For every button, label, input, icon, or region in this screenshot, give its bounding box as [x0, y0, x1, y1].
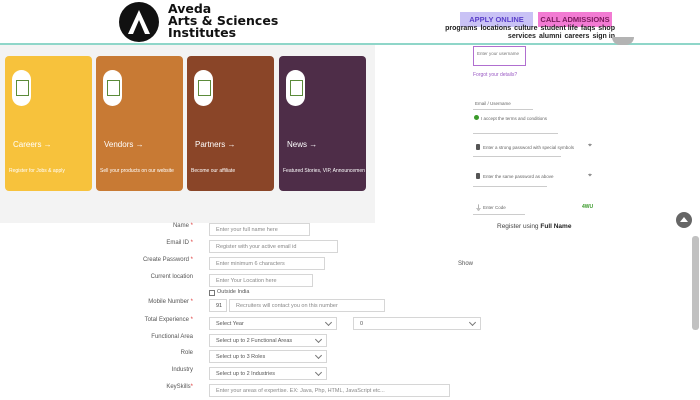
card-vendors[interactable]: Vendors → Sell your products on our webs… — [96, 56, 183, 191]
keyskills-input[interactable]: Enter your areas of expertise. EX: Java,… — [209, 384, 450, 397]
role-label: Role — [180, 350, 193, 356]
password-label: Enter a strong password with special sym… — [483, 145, 575, 150]
outside-india-label: Outside India — [217, 289, 250, 295]
eye-icon[interactable]: ⌖ — [588, 142, 593, 149]
register-prefix: Register using — [497, 223, 539, 230]
terms-note: I accept the terms and conditions — [481, 116, 548, 121]
card-title: News → — [287, 140, 318, 149]
nav-careers[interactable]: careers — [565, 33, 590, 40]
news-icon — [286, 70, 305, 106]
scroll-to-top-icon[interactable] — [676, 212, 692, 228]
divider — [473, 186, 547, 187]
name-input[interactable]: Enter your full name here — [209, 223, 310, 236]
divider — [473, 156, 561, 157]
lock-icon — [476, 144, 480, 150]
functional-area-label: Functional Area — [151, 334, 193, 340]
mobile-label: Mobile Number * — [148, 299, 193, 305]
email-label: Email ID * — [166, 240, 193, 246]
functional-area-select[interactable]: Select up to 2 Functional Areas — [209, 334, 327, 347]
name-label: Name * — [172, 223, 193, 229]
nav-student-life[interactable]: student life — [541, 25, 578, 32]
vendors-icon — [103, 70, 122, 106]
nav-locations[interactable]: locations — [480, 25, 511, 32]
password-input[interactable]: Enter minimum 6 characters — [209, 257, 325, 270]
chevron-down-icon — [314, 368, 323, 377]
nav-alumni[interactable]: alumni — [539, 33, 562, 40]
password-field-label: Create Password * — [142, 257, 193, 263]
chevron-down-icon — [468, 318, 477, 327]
brand-line-3: Institutes — [168, 25, 237, 40]
card-title: Careers → — [13, 140, 52, 149]
register-using: Register using Full Name — [497, 223, 571, 230]
email-username-label: Email / Username — [475, 101, 511, 106]
captcha-code: 4WU — [582, 204, 594, 210]
cards-panel: Careers → Register for Jobs & apply Vend… — [0, 45, 375, 223]
industry-select[interactable]: Select up to 2 Industries — [209, 367, 327, 380]
experience-month-select[interactable]: 0 — [353, 317, 481, 330]
card-subtitle: Sell your products on our website — [100, 168, 174, 174]
brand-name[interactable]: Aveda Arts & Sciences Institutes — [168, 2, 278, 40]
code-icon: ⏚ — [475, 205, 482, 212]
nav-culture[interactable]: culture — [514, 25, 537, 32]
nav-shop[interactable]: shop — [598, 25, 615, 32]
username-input[interactable]: Enter your username — [473, 46, 526, 66]
experience-year-select[interactable]: Select Year — [209, 317, 337, 330]
keyskills-label: KeySkills* — [166, 384, 193, 390]
eye-icon[interactable]: ⌖ — [588, 172, 593, 179]
card-careers[interactable]: Careers → Register for Jobs & apply — [5, 56, 92, 191]
confirm-password-label: Enter the same password as above — [483, 174, 554, 179]
card-subtitle: Become our affiliate — [191, 168, 236, 174]
experience-label: Total Experience * — [144, 317, 193, 323]
email-input[interactable]: Register with your active email id — [209, 240, 338, 253]
industry-label: Industry — [171, 367, 193, 373]
forgot-details-link[interactable]: Forgot your details? — [473, 72, 517, 78]
code-label: Enter Code — [483, 205, 506, 210]
chevron-down-icon — [324, 318, 333, 327]
partners-icon — [194, 70, 213, 106]
divider — [473, 109, 533, 110]
register-full-name-link[interactable]: Full Name — [540, 223, 571, 230]
nav-services[interactable]: services — [508, 33, 536, 40]
page-scrollbar[interactable] — [692, 236, 699, 330]
card-title: Partners → — [195, 140, 236, 149]
country-code-input[interactable]: 91 — [209, 299, 227, 312]
nav-faqs[interactable]: faqs — [581, 25, 595, 32]
divider — [473, 133, 558, 134]
lock-icon — [476, 173, 480, 179]
check-icon[interactable] — [474, 115, 479, 120]
card-subtitle: Register for Jobs & apply — [9, 168, 65, 174]
main-nav: programs locations culture student life faqs… — [423, 25, 615, 41]
role-select[interactable]: Select up to 3 Roles — [209, 350, 327, 363]
card-title: Vendors → — [104, 140, 144, 149]
location-input[interactable]: Enter Your Location here — [209, 274, 313, 287]
chevron-down-icon — [314, 351, 323, 360]
divider — [473, 214, 525, 215]
careers-icon — [12, 70, 31, 106]
card-news[interactable]: News → Featured Stories, VIP, Announceme… — [279, 56, 366, 191]
card-partners[interactable]: Partners → Become our affiliate — [187, 56, 274, 191]
chevron-down-icon — [314, 335, 323, 344]
outside-india-checkbox[interactable] — [209, 290, 215, 296]
aveda-logo-icon[interactable] — [119, 2, 159, 42]
site-header: Aveda Arts & Sciences Institutes APPLY O… — [0, 0, 700, 45]
show-password-toggle[interactable]: Show — [458, 261, 473, 267]
nav-programs[interactable]: programs — [445, 25, 477, 32]
card-subtitle: Featured Stories, VIP, Announcements — [283, 168, 365, 174]
location-label: Current location — [150, 274, 193, 280]
mobile-input[interactable]: Recruiters will contact you on this numb… — [229, 299, 385, 312]
